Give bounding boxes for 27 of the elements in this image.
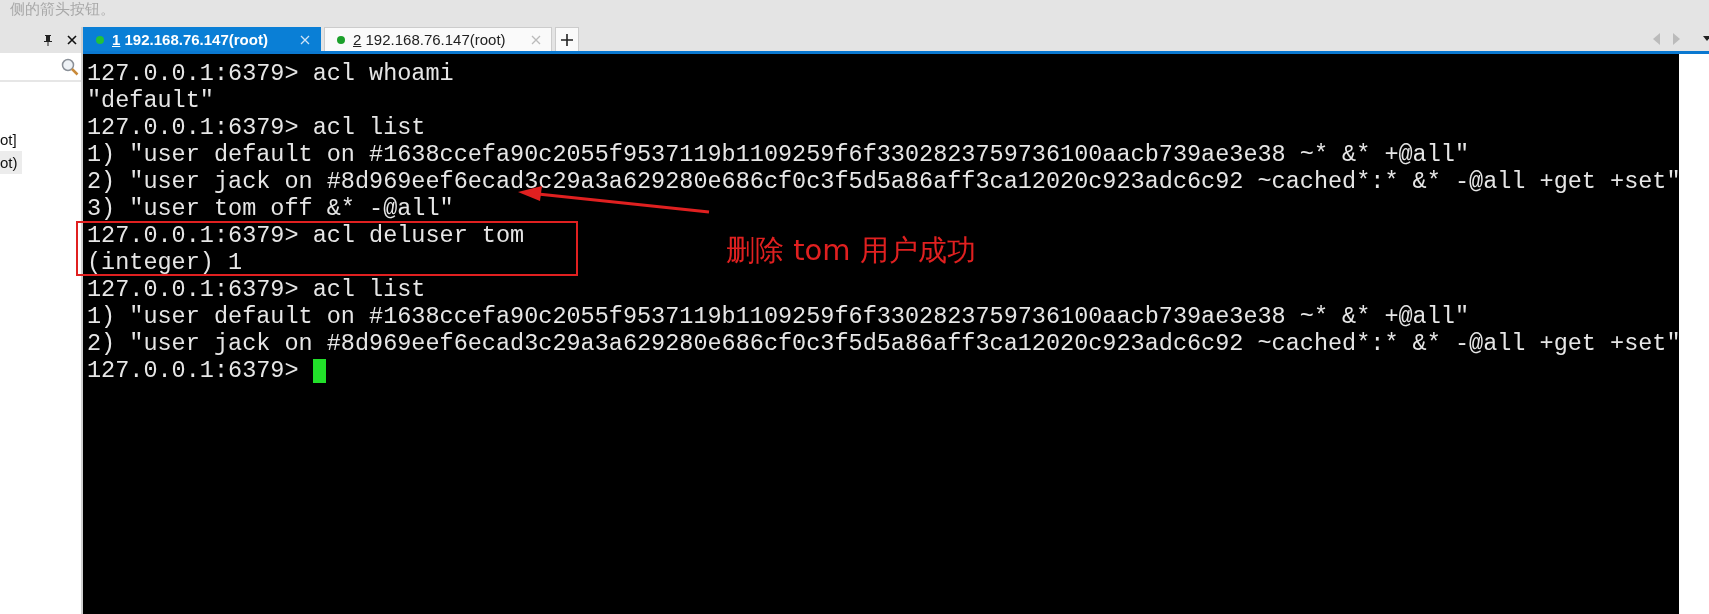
plus-icon: [561, 33, 573, 46]
terminal-line: 127.0.0.1:6379> acl deluser tom: [87, 222, 525, 249]
terminal-line: 1) "user default on #1638ccefa90c2055f9537119b1109259f6f3302823759736100aacb739ae3e38 ~* &* +@all": [87, 303, 1470, 330]
terminal-line: 127.0.0.1:6379>: [87, 357, 300, 384]
session-item[interactable]: ot]: [0, 128, 21, 151]
close-icon[interactable]: [67, 35, 77, 45]
new-tab-button[interactable]: [555, 27, 579, 51]
terminal-line: 1) "user default on #1638ccefa90c2055f9537119b1109259f6f3302823759736100aacb739ae3e38 ~* &* +@all": [87, 141, 1470, 168]
terminal-line: (integer) 1: [87, 249, 243, 276]
terminal[interactable]: [83, 54, 1679, 614]
terminal-line: 3) "user tom off &* -@all": [87, 195, 454, 222]
status-dot: [337, 35, 345, 44]
search-icon[interactable]: [61, 57, 79, 76]
annotation-text: 删除 tom 用户成功: [726, 232, 976, 268]
terminal-line: 2) "user jack on #8d969eef6ecad3c29a3a629280e686cf0c3f5d5a86aff3ca12020c923adc6c92 ~cached*:* &* -@all +get +set": [87, 330, 1679, 357]
terminal-line: "default": [87, 87, 214, 114]
session-tab[interactable]: 1 192.168.76.147(root): [83, 27, 321, 51]
terminal-line: 127.0.0.1:6379> acl list: [87, 276, 426, 303]
session-tab[interactable]: 2 192.168.76.147(root): [324, 27, 552, 51]
status-dot: [96, 35, 104, 44]
terminal-line: 127.0.0.1:6379> acl whoami: [87, 60, 454, 87]
terminal-line: 127.0.0.1:6379> acl list: [87, 114, 426, 141]
caret-icon[interactable]: [1703, 36, 1709, 42]
pin-icon[interactable]: [43, 34, 53, 46]
session-item[interactable]: ot): [0, 151, 22, 174]
hint-text: 侧的箭头按钮。: [10, 0, 115, 18]
terminal-line: 2) "user jack on #8d969eef6ecad3c29a3a629280e686cf0c3f5d5a86aff3ca12020c923adc6c92 ~cached*:* &* -@all +get +set": [87, 168, 1679, 195]
